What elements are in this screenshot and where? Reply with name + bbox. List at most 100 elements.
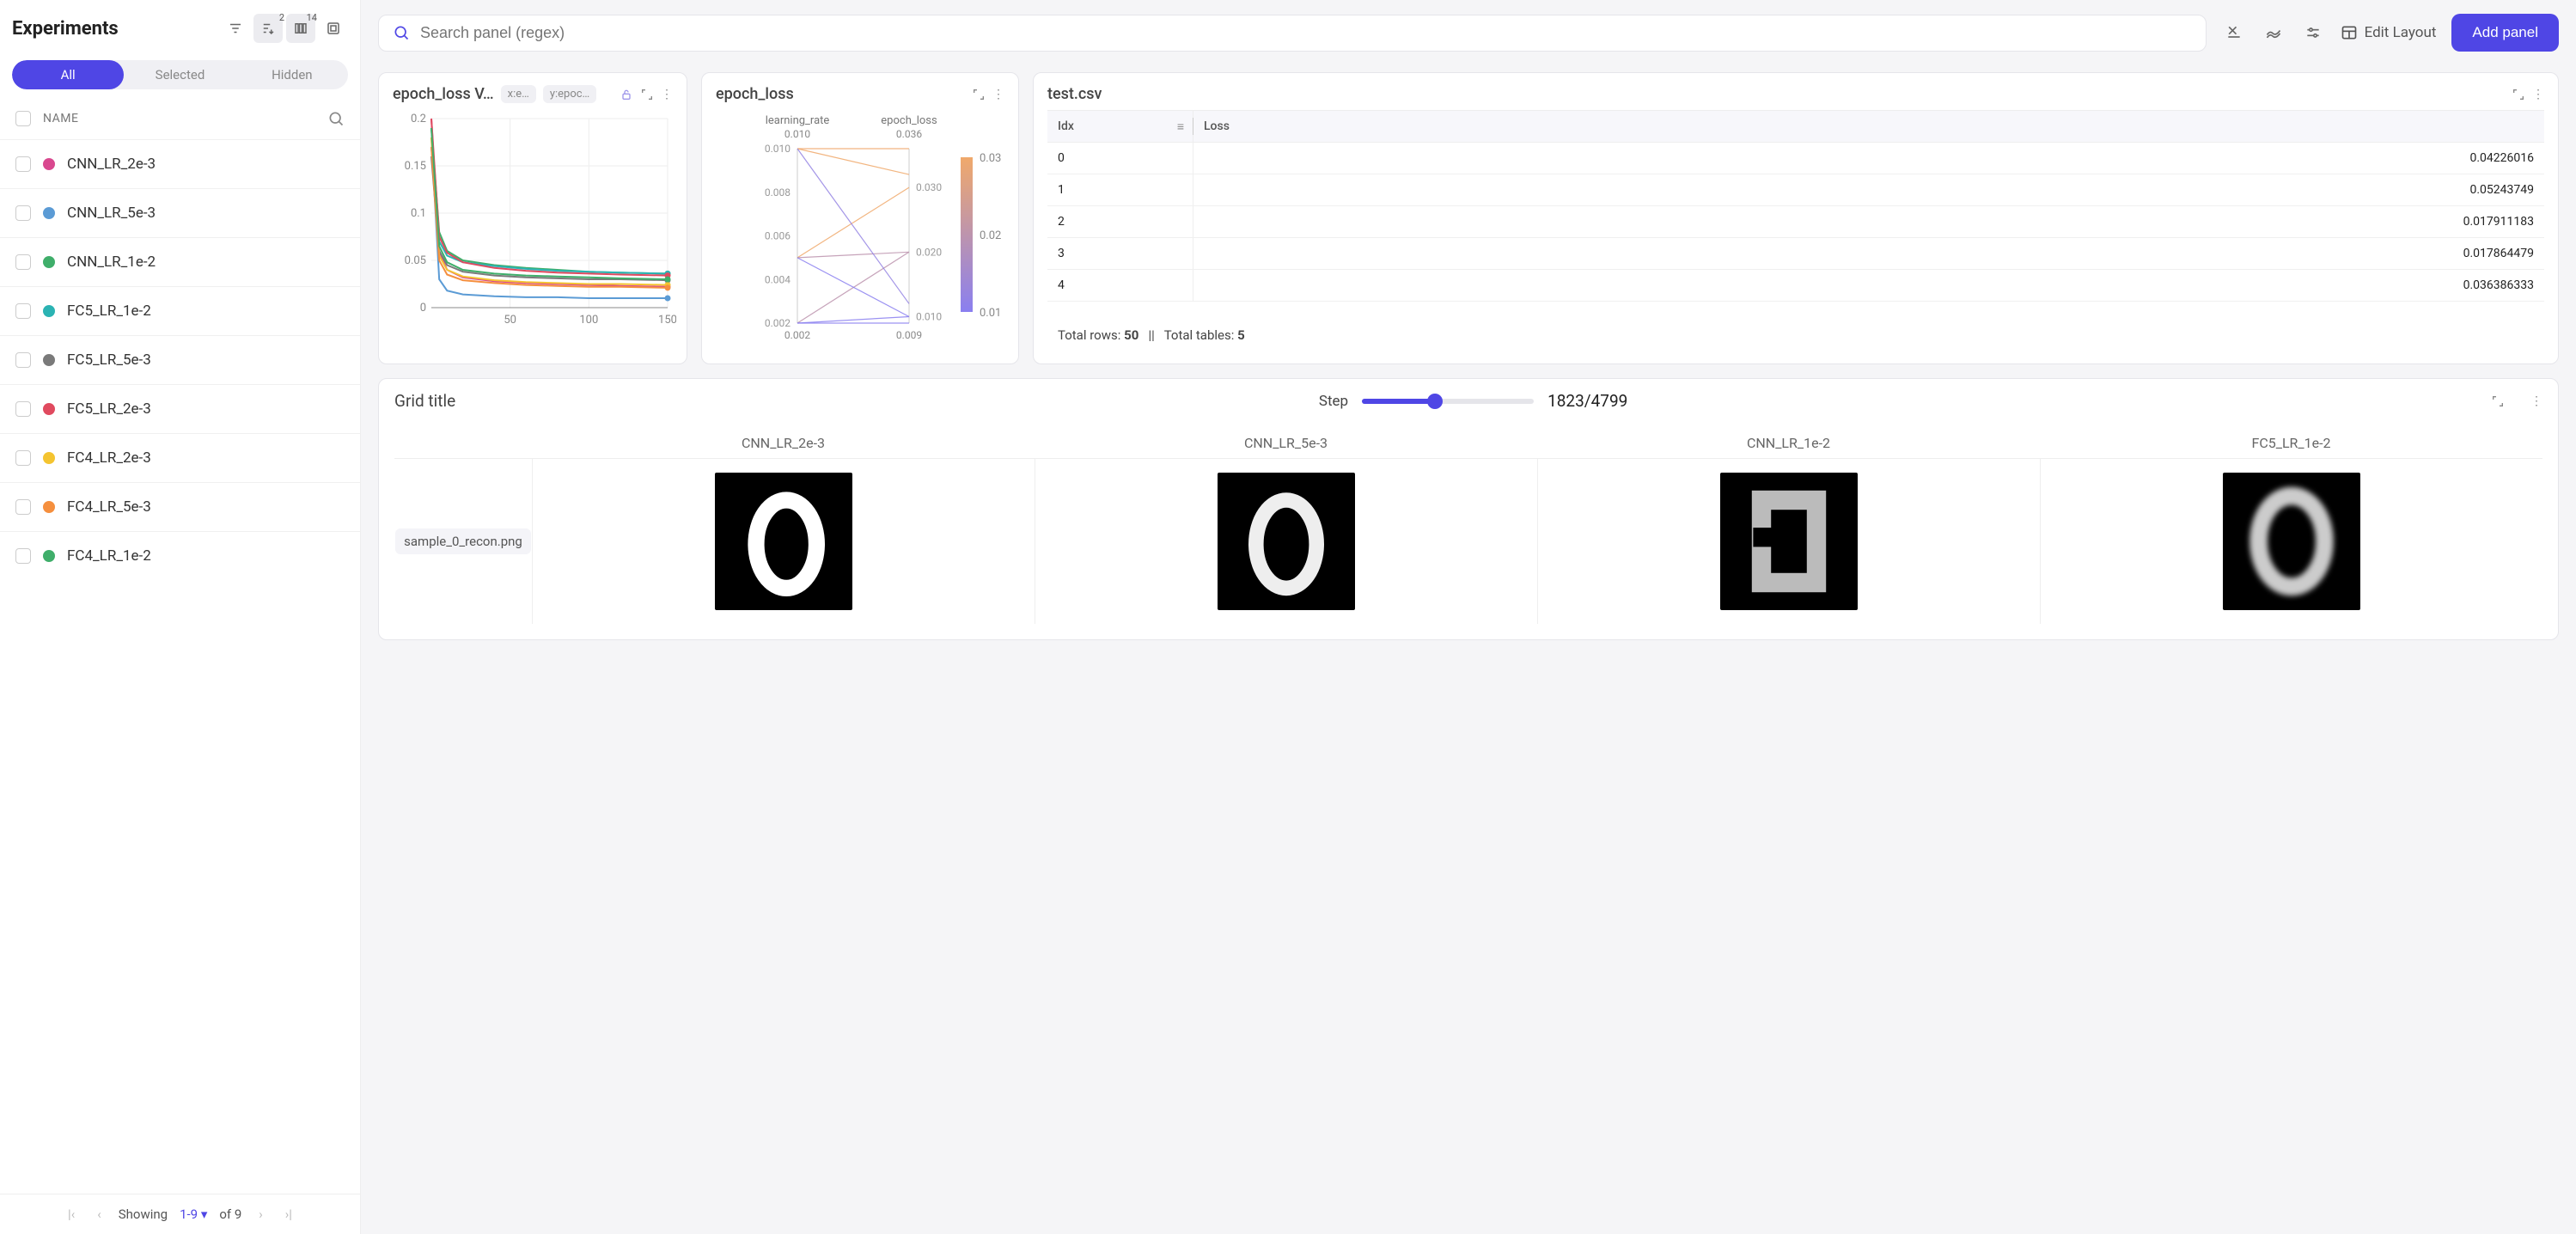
experiment-row[interactable]: FC4_LR_2e-3 xyxy=(0,433,360,482)
col-loss-header[interactable]: Loss xyxy=(1193,111,2544,142)
pager-last-icon[interactable]: ›| xyxy=(280,1205,297,1224)
experiment-list: CNN_LR_2e-3 CNN_LR_5e-3 CNN_LR_1e-2 FC5_… xyxy=(0,139,360,1194)
tab-all[interactable]: All xyxy=(12,60,124,89)
experiment-checkbox[interactable] xyxy=(15,548,31,564)
table-row[interactable]: 40.036386333 xyxy=(1047,270,2544,302)
svg-text:0: 0 xyxy=(420,302,426,315)
experiment-name: FC5_LR_2e-3 xyxy=(67,400,151,418)
panel-title: epoch_loss V… xyxy=(393,85,494,103)
image-cell[interactable] xyxy=(1035,459,1537,624)
experiment-row[interactable]: FC4_LR_1e-2 xyxy=(0,531,360,580)
experiment-checkbox[interactable] xyxy=(15,401,31,417)
experiment-name: CNN_LR_2e-3 xyxy=(67,156,156,173)
menu-icon[interactable]: ≡ xyxy=(1177,119,1184,134)
tag-x[interactable]: x:e… xyxy=(501,85,536,103)
more-icon[interactable]: ⋮ xyxy=(661,88,673,101)
expand-icon[interactable] xyxy=(2491,394,2505,408)
col-idx-header[interactable]: Idx ≡ xyxy=(1047,111,1193,142)
sidebar-title: Experiments xyxy=(12,18,119,40)
experiment-row[interactable]: CNN_LR_1e-2 xyxy=(0,237,360,286)
expand-icon[interactable] xyxy=(640,88,654,101)
edit-layout-button[interactable]: Edit Layout xyxy=(2341,24,2437,41)
experiment-checkbox[interactable] xyxy=(15,450,31,466)
step-slider[interactable] xyxy=(1362,399,1534,404)
tag-y[interactable]: y:epoc… xyxy=(543,85,596,103)
line-chart: 00.050.10.150.250100150 xyxy=(393,110,676,333)
panel-epoch-loss-chart: epoch_loss V… x:e… y:epoc… ⋮ 00.050.10.1… xyxy=(378,72,687,364)
fullscreen-icon[interactable] xyxy=(319,14,348,43)
more-icon[interactable]: ⋮ xyxy=(2532,88,2544,101)
panel-parallel-coords: epoch_loss ⋮ learning_rateepoch_loss0.01… xyxy=(701,72,1019,364)
experiment-row[interactable]: CNN_LR_5e-3 xyxy=(0,188,360,237)
table-row[interactable]: 30.017864479 xyxy=(1047,238,2544,270)
search-experiments-icon[interactable] xyxy=(327,110,345,127)
image-cell[interactable] xyxy=(1537,459,2040,624)
columns-icon[interactable]: 14 xyxy=(286,14,315,43)
pager-prev-icon[interactable]: ‹ xyxy=(92,1205,107,1224)
expand-icon[interactable] xyxy=(972,88,986,101)
table-body: 00.0422601610.0524374920.01791118330.017… xyxy=(1047,143,2544,319)
experiment-checkbox[interactable] xyxy=(15,499,31,515)
experiment-checkbox[interactable] xyxy=(15,156,31,172)
image-cell[interactable] xyxy=(2040,459,2542,624)
svg-text:0.002: 0.002 xyxy=(765,317,791,329)
experiment-row[interactable]: FC5_LR_1e-2 xyxy=(0,286,360,335)
panel-test-csv: test.csv ⋮ Idx ≡ Loss 00.0422601610.0524 xyxy=(1033,72,2559,364)
filter-icon[interactable] xyxy=(221,14,250,43)
search-icon xyxy=(393,24,410,41)
svg-text:0.020: 0.020 xyxy=(916,246,942,258)
more-icon[interactable]: ⋮ xyxy=(2530,394,2542,408)
settings-icon[interactable] xyxy=(2301,21,2325,45)
experiment-row[interactable]: CNN_LR_2e-3 xyxy=(0,139,360,188)
svg-text:100: 100 xyxy=(579,314,598,327)
svg-text:0.010: 0.010 xyxy=(765,143,791,155)
pager-range[interactable]: 1-9 ▾ xyxy=(180,1207,207,1222)
topbar: Edit Layout Add panel xyxy=(378,9,2559,57)
table-row[interactable]: 10.05243749 xyxy=(1047,174,2544,206)
search-panel[interactable] xyxy=(378,15,2207,52)
select-all-checkbox[interactable] xyxy=(15,111,31,126)
pager-next-icon[interactable]: › xyxy=(253,1205,268,1224)
table-row[interactable]: 00.04226016 xyxy=(1047,143,2544,174)
more-icon[interactable]: ⋮ xyxy=(992,88,1004,101)
axes-icon[interactable] xyxy=(2222,21,2246,45)
color-dot xyxy=(43,403,55,415)
experiment-checkbox[interactable] xyxy=(15,352,31,368)
pager-showing-label: Showing xyxy=(119,1207,168,1222)
sort-icon[interactable]: 2 xyxy=(253,14,283,43)
svg-text:0.2: 0.2 xyxy=(411,113,426,125)
experiment-checkbox[interactable] xyxy=(15,303,31,319)
expand-icon[interactable] xyxy=(2512,88,2525,101)
svg-text:50: 50 xyxy=(504,314,516,327)
name-column-header: NAME xyxy=(43,112,78,125)
color-dot xyxy=(43,354,55,366)
svg-text:0.01: 0.01 xyxy=(980,307,1001,320)
add-panel-button[interactable]: Add panel xyxy=(2451,14,2559,52)
image-cell[interactable] xyxy=(532,459,1035,624)
experiment-row[interactable]: FC4_LR_5e-3 xyxy=(0,482,360,531)
smoothing-icon[interactable] xyxy=(2262,21,2286,45)
pager-first-icon[interactable]: |‹ xyxy=(63,1205,80,1224)
table-row[interactable]: 20.017911183 xyxy=(1047,206,2544,238)
experiment-name: FC5_LR_5e-3 xyxy=(67,351,151,369)
svg-text:0.009: 0.009 xyxy=(896,329,922,341)
pager-of: of 9 xyxy=(219,1207,241,1222)
sort-badge: 2 xyxy=(279,12,284,23)
panel-title: epoch_loss xyxy=(716,85,794,103)
experiment-row[interactable]: FC5_LR_5e-3 xyxy=(0,335,360,384)
experiment-row[interactable]: FC5_LR_2e-3 xyxy=(0,384,360,433)
experiment-checkbox[interactable] xyxy=(15,254,31,270)
color-dot xyxy=(43,207,55,219)
experiment-checkbox[interactable] xyxy=(15,205,31,221)
lock-icon[interactable] xyxy=(620,88,633,101)
step-label: Step xyxy=(1319,393,1348,410)
pager: |‹ ‹ Showing 1-9 ▾ of 9 › ›| xyxy=(0,1194,360,1234)
tab-hidden[interactable]: Hidden xyxy=(236,60,348,89)
parallel-chart: learning_rateepoch_loss0.0100.0360.0100.… xyxy=(716,110,1008,351)
svg-text:0.05: 0.05 xyxy=(405,254,426,267)
image-grid-col-header: CNN_LR_1e-2 xyxy=(1537,428,2040,458)
tab-selected[interactable]: Selected xyxy=(124,60,235,89)
color-dot xyxy=(43,158,55,170)
color-dot xyxy=(43,305,55,317)
search-input[interactable] xyxy=(420,24,2192,42)
